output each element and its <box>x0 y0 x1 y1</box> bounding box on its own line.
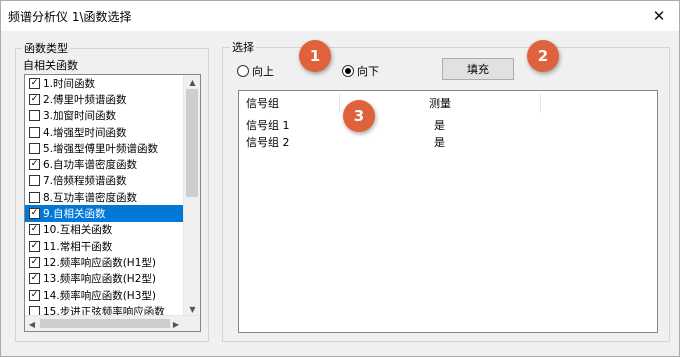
table-cell-group[interactable]: 信号组 1 <box>246 117 290 133</box>
table-cell-measure[interactable]: 是 <box>434 117 445 133</box>
horizontal-scrollbar[interactable]: ◀ ▶ <box>25 315 200 331</box>
checkbox-unchecked-icon[interactable] <box>29 142 40 154</box>
checkbox-checked-icon[interactable]: ✓ <box>29 159 40 171</box>
list-item[interactable]: ✓ 1.时间函数 <box>25 75 183 91</box>
fill-button[interactable]: 填充 <box>442 58 514 80</box>
list-item[interactable]: 8.互功率谱密度函数 <box>25 189 183 205</box>
list-item-label: 7.倍频程频谱函数 <box>43 175 127 188</box>
checkbox-checked-icon[interactable]: ✓ <box>29 208 40 220</box>
list-item-label: 1.时间函数 <box>43 77 96 90</box>
list-item[interactable]: ✓ 12.频率响应函数(H1型) <box>25 254 183 270</box>
checkbox-checked-icon[interactable]: ✓ <box>29 289 40 301</box>
list-item[interactable]: ✓ 6.自功率谱密度函数 <box>25 156 183 172</box>
annotation-badge-2: 2 <box>527 40 559 72</box>
radio-down[interactable]: 向下 <box>342 63 379 79</box>
scroll-up-icon[interactable]: ▲ <box>184 75 200 89</box>
checkbox-checked-icon[interactable]: ✓ <box>29 273 40 285</box>
vertical-scroll-thumb[interactable] <box>186 89 198 197</box>
list-item-label: 13.频率响应函数(H2型) <box>43 273 156 286</box>
checkbox-unchecked-icon[interactable] <box>29 126 40 138</box>
list-item-label: 6.自功率谱密度函数 <box>43 159 138 172</box>
list-item[interactable]: ✓ 9.自相关函数 <box>25 205 183 222</box>
checkbox-checked-icon[interactable]: ✓ <box>29 77 40 89</box>
list-item[interactable]: ✓ 14.频率响应函数(H3型) <box>25 287 183 303</box>
scroll-left-icon[interactable]: ◀ <box>25 316 39 331</box>
checkbox-unchecked-icon[interactable] <box>29 191 40 203</box>
checkbox-unchecked-icon[interactable] <box>29 175 40 187</box>
selection-group-label: 选择 <box>230 39 256 55</box>
function-type-label: 函数类型 <box>22 40 70 56</box>
list-item[interactable]: 3.加窗时间函数 <box>25 108 183 124</box>
list-item-label: 2.傅里叶频谱函数 <box>43 93 127 106</box>
annotation-badge-1: 1 <box>299 40 331 72</box>
list-item-label: 11.常相干函数 <box>43 240 113 253</box>
function-type-current[interactable]: 自相关函数 <box>23 57 78 73</box>
checkbox-checked-icon[interactable]: ✓ <box>29 224 40 236</box>
list-item[interactable]: ✓ 10.互相关函数 <box>25 222 183 238</box>
checkbox-checked-icon[interactable]: ✓ <box>29 256 40 268</box>
vertical-scrollbar[interactable]: ▲ ▼ <box>183 75 200 316</box>
scroll-right-icon[interactable]: ▶ <box>169 316 183 331</box>
radio-up[interactable]: 向上 <box>237 63 274 79</box>
list-item-label: 12.频率响应函数(H1型) <box>43 256 156 269</box>
column-header-measure[interactable]: 测量 <box>429 91 451 115</box>
checkbox-checked-icon[interactable]: ✓ <box>29 93 40 105</box>
list-item[interactable]: 5.增强型傅里叶频谱函数 <box>25 140 183 156</box>
scroll-down-icon[interactable]: ▼ <box>184 302 200 316</box>
list-item-label: 5.增强型傅里叶频谱函数 <box>43 142 159 155</box>
annotation-badge-3: 3 <box>343 100 375 132</box>
column-header-signal-group[interactable]: 信号组 <box>246 91 279 115</box>
list-item[interactable]: ✓ 11.常相干函数 <box>25 238 183 254</box>
table-cell-measure[interactable]: 是 <box>434 134 445 150</box>
table-cell-group[interactable]: 信号组 2 <box>246 134 290 150</box>
column-divider <box>339 93 340 113</box>
function-list-items: ✓ 1.时间函数 ✓ 2.傅里叶频谱函数 3.加窗时间函数 4.增强型时间函数 5.增强型傅… <box>25 75 183 319</box>
radio-down-indicator[interactable] <box>342 65 354 77</box>
list-item[interactable]: 4.增强型时间函数 <box>25 124 183 140</box>
title-bar: 频谱分析仪 1\函数选择 ✕ <box>1 1 679 31</box>
close-icon[interactable]: ✕ <box>639 1 679 31</box>
signal-group-table: 信号组 测量 信号组 1 是 信号组 2 是 <box>238 90 658 333</box>
radio-down-label: 向下 <box>357 65 379 78</box>
list-item-label: 3.加窗时间函数 <box>43 110 117 123</box>
function-checklist[interactable]: ✓ 1.时间函数 ✓ 2.傅里叶频谱函数 3.加窗时间函数 4.增强型时间函数 5.增强型傅… <box>24 74 201 332</box>
list-item-label: 10.互相关函数 <box>43 224 113 237</box>
list-item-label: 14.频率响应函数(H3型) <box>43 289 156 302</box>
list-item-label: 8.互功率谱密度函数 <box>43 191 138 204</box>
list-item-label: 9.自相关函数 <box>43 208 106 221</box>
radio-up-label: 向上 <box>252 65 274 78</box>
radio-up-indicator[interactable] <box>237 65 249 77</box>
checkbox-unchecked-icon[interactable] <box>29 110 40 122</box>
list-item[interactable]: ✓ 13.频率响应函数(H2型) <box>25 271 183 287</box>
window-title: 频谱分析仪 1\函数选择 <box>8 10 132 24</box>
horizontal-scroll-thumb[interactable] <box>40 319 170 328</box>
dialog-window: 频谱分析仪 1\函数选择 ✕ 函数类型 自相关函数 ✓ 1.时间函数 ✓ 2.傅里叶频… <box>0 0 680 357</box>
list-item[interactable]: 7.倍频程频谱函数 <box>25 173 183 189</box>
column-divider <box>540 93 541 113</box>
list-item-label: 4.增强型时间函数 <box>43 126 127 139</box>
checkbox-checked-icon[interactable]: ✓ <box>29 240 40 252</box>
list-item[interactable]: ✓ 2.傅里叶频谱函数 <box>25 91 183 107</box>
